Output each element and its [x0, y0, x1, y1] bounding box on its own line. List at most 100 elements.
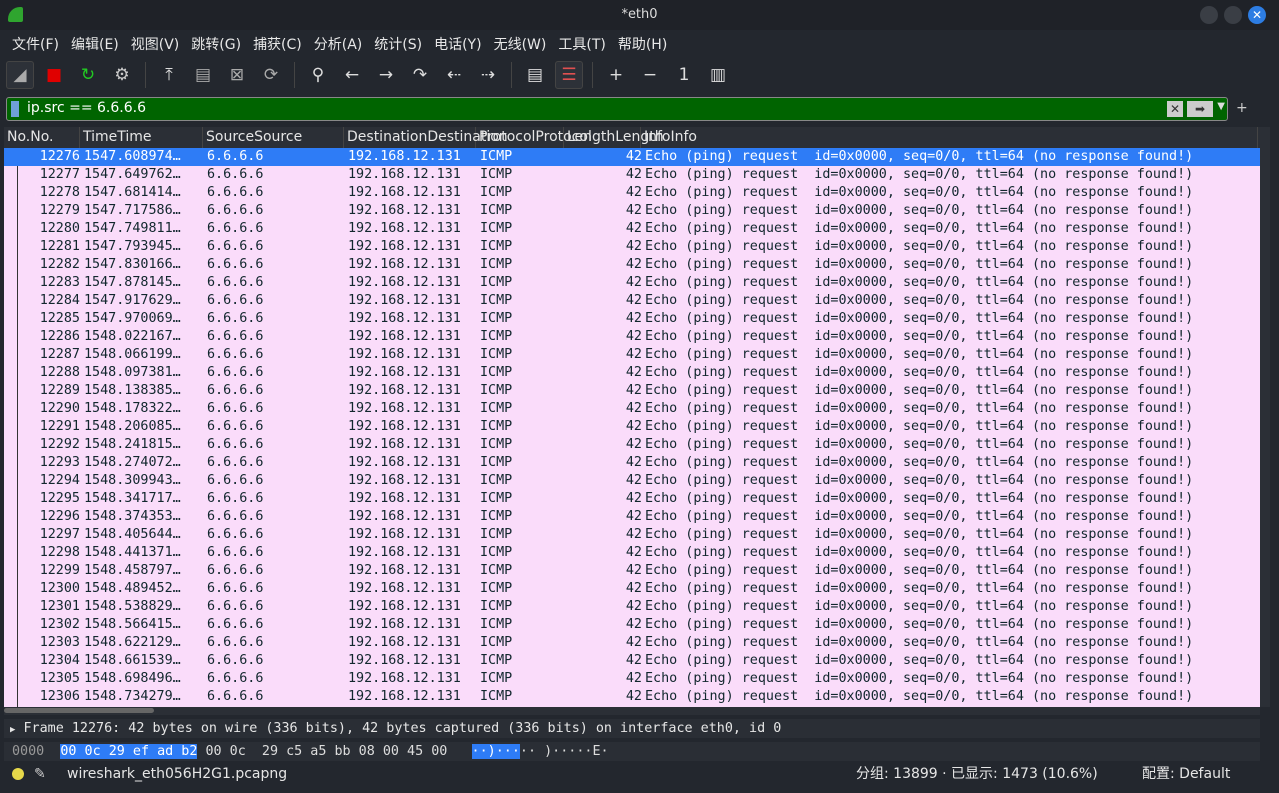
colorize-icon[interactable]: ☰	[555, 61, 583, 89]
menu-item[interactable]: 捕获(C)	[247, 30, 308, 57]
packet-row[interactable]: 12278 1547.681414… 6.6.6.6 192.168.12.131 IC…	[4, 184, 1260, 202]
packet-details[interactable]: ▶ Frame 12276: 42 bytes on wire (336 bit…	[4, 719, 1260, 738]
packet-row[interactable]: 12303 1548.622129… 6.6.6.6 192.168.12.131 IC…	[4, 634, 1260, 652]
packet-row[interactable]: 12305 1548.698496… 6.6.6.6 192.168.12.131 IC…	[4, 670, 1260, 688]
zoom-in-icon[interactable]: +	[602, 61, 630, 89]
find-packet-icon[interactable]: ⚲	[304, 61, 332, 89]
menu-item[interactable]: 编辑(E)	[65, 30, 125, 57]
packet-row[interactable]: 12280 1547.749811… 6.6.6.6 192.168.12.131 IC…	[4, 220, 1260, 238]
column-header[interactable]: TimeTime	[80, 127, 203, 148]
menu-item[interactable]: 帮助(H)	[612, 30, 673, 57]
packet-row[interactable]: 12288 1548.097381… 6.6.6.6 192.168.12.131 IC…	[4, 364, 1260, 382]
start-capture-icon[interactable]: ◢	[6, 61, 34, 89]
packet-row[interactable]: 12296 1548.374353… 6.6.6.6 192.168.12.131 IC…	[4, 508, 1260, 526]
packet-row[interactable]: 12295 1548.341717… 6.6.6.6 192.168.12.131 IC…	[4, 490, 1260, 508]
packet-row[interactable]: 12301 1548.538829… 6.6.6.6 192.168.12.131 IC…	[4, 598, 1260, 616]
last-packet-icon[interactable]: ⇢	[474, 61, 502, 89]
menu-item[interactable]: 分析(A)	[308, 30, 369, 57]
stop-capture-icon[interactable]: ■	[40, 61, 68, 89]
packet-row[interactable]: 12279 1547.717586… 6.6.6.6 192.168.12.131 IC…	[4, 202, 1260, 220]
packet-row[interactable]: 12297 1548.405644… 6.6.6.6 192.168.12.131 IC…	[4, 526, 1260, 544]
column-header[interactable]: LengthLength	[564, 127, 664, 148]
packet-protocol: ICMP	[480, 185, 513, 200]
close-button[interactable]: ✕	[1248, 6, 1266, 24]
go-forward-icon[interactable]: →	[372, 61, 400, 89]
normal-size-icon[interactable]: 1	[670, 61, 698, 89]
hex-selected[interactable]: 00 0c 29 ef ad b2	[60, 744, 198, 759]
apply-filter-icon[interactable]: ➡	[1187, 101, 1213, 117]
column-header[interactable]: ProtocolProtocol	[476, 127, 592, 148]
packet-number: 12299	[39, 563, 80, 578]
column-header[interactable]: SourceSource	[203, 127, 344, 148]
resize-columns-icon[interactable]: ▥	[704, 61, 732, 89]
packet-row[interactable]: 12299 1548.458797… 6.6.6.6 192.168.12.131 IC…	[4, 562, 1260, 580]
horizontal-scrollbar[interactable]	[4, 707, 1260, 715]
packet-source: 6.6.6.6	[207, 635, 264, 650]
column-header[interactable]: InfoInfo	[641, 127, 1258, 148]
packet-row[interactable]: 12302 1548.566415… 6.6.6.6 192.168.12.131 IC…	[4, 616, 1260, 634]
packet-row[interactable]: 12283 1547.878145… 6.6.6.6 192.168.12.131 IC…	[4, 274, 1260, 292]
packet-row[interactable]: 12293 1548.274072… 6.6.6.6 192.168.12.131 IC…	[4, 454, 1260, 472]
menu-item[interactable]: 文件(F)	[6, 30, 65, 57]
profile[interactable]: 配置: Default	[1142, 762, 1230, 786]
menu-item[interactable]: 视图(V)	[125, 30, 186, 57]
zoom-out-icon[interactable]: −	[636, 61, 664, 89]
packet-row[interactable]: 12298 1548.441371… 6.6.6.6 192.168.12.131 IC…	[4, 544, 1260, 562]
column-header[interactable]: No.No.	[4, 127, 80, 148]
bookmark-icon[interactable]	[11, 101, 19, 117]
packet-length: 42	[625, 509, 642, 524]
vertical-scrollbar[interactable]	[1260, 127, 1270, 707]
chevron-down-icon[interactable]: ▼	[1217, 101, 1225, 112]
packet-row[interactable]: 12304 1548.661539… 6.6.6.6 192.168.12.131 IC…	[4, 652, 1260, 670]
packet-row[interactable]: 12285 1547.970069… 6.6.6.6 192.168.12.131 IC…	[4, 310, 1260, 328]
packet-row[interactable]: 12276 1547.608974… 6.6.6.6 192.168.12.131 IC…	[4, 148, 1260, 166]
packet-row[interactable]: 12292 1548.241815… 6.6.6.6 192.168.12.131 IC…	[4, 436, 1260, 454]
menu-item[interactable]: 跳转(G)	[185, 30, 247, 57]
autoscroll-icon[interactable]: ▤	[521, 61, 549, 89]
packet-row[interactable]: 12277 1547.649762… 6.6.6.6 192.168.12.131 IC…	[4, 166, 1260, 184]
column-header[interactable]: DestinationDestination	[344, 127, 508, 148]
restart-capture-icon[interactable]: ↻	[74, 61, 102, 89]
packet-row[interactable]: 12300 1548.489452… 6.6.6.6 192.168.12.131 IC…	[4, 580, 1260, 598]
packet-info: Echo (ping) request id=0x0000, seq=0/0, …	[645, 275, 1194, 290]
go-to-packet-icon[interactable]: ↷	[406, 61, 434, 89]
packet-row[interactable]: 12281 1547.793945… 6.6.6.6 192.168.12.131 IC…	[4, 238, 1260, 256]
go-back-icon[interactable]: ←	[338, 61, 366, 89]
minimize-button[interactable]	[1200, 6, 1218, 24]
menu-item[interactable]: 统计(S)	[368, 30, 428, 57]
packet-row[interactable]: 12290 1548.178322… 6.6.6.6 192.168.12.131 IC…	[4, 400, 1260, 418]
packet-row[interactable]: 12282 1547.830166… 6.6.6.6 192.168.12.131 IC…	[4, 256, 1260, 274]
packet-row[interactable]: 12286 1548.022167… 6.6.6.6 192.168.12.131 IC…	[4, 328, 1260, 346]
clear-filter-icon[interactable]: ✕	[1167, 101, 1183, 117]
packet-number: 12279	[39, 203, 80, 218]
packet-row[interactable]: 12284 1547.917629… 6.6.6.6 192.168.12.131 IC…	[4, 292, 1260, 310]
packet-row[interactable]: 12306 1548.734279… 6.6.6.6 192.168.12.131 IC…	[4, 688, 1260, 706]
menu-item[interactable]: 无线(W)	[488, 30, 553, 57]
ascii-selected[interactable]: ··)···	[471, 744, 520, 759]
menu-item[interactable]: 工具(T)	[552, 30, 611, 57]
close-file-icon[interactable]: ⊠	[223, 61, 251, 89]
packet-row[interactable]: 12287 1548.066199… 6.6.6.6 192.168.12.131 IC…	[4, 346, 1260, 364]
add-filter-button[interactable]: +	[1236, 100, 1248, 116]
expert-info-icon[interactable]	[12, 768, 24, 780]
packet-bytes[interactable]: 0000 00 0c 29 ef ad b2 00 0c 29 c5 a5 bb…	[4, 742, 1260, 761]
save-file-icon[interactable]: ▤	[189, 61, 217, 89]
packet-row[interactable]: 12294 1548.309943… 6.6.6.6 192.168.12.131 IC…	[4, 472, 1260, 490]
ascii-rest[interactable]: ·· )·····E·	[520, 744, 609, 759]
capture-comment-icon[interactable]: ✎	[34, 762, 46, 786]
frame-summary[interactable]: Frame 12276: 42 bytes on wire (336 bits)…	[23, 721, 781, 736]
reload-file-icon[interactable]: ⟳	[257, 61, 285, 89]
packet-row[interactable]: 12291 1548.206085… 6.6.6.6 192.168.12.131 IC…	[4, 418, 1260, 436]
display-filter-input[interactable]: ip.src == 6.6.6.6 ✕ ➡ ▼	[6, 97, 1228, 121]
packet-row[interactable]: 12289 1548.138385… 6.6.6.6 192.168.12.131 IC…	[4, 382, 1260, 400]
expand-arrow-icon[interactable]: ▶	[10, 725, 15, 735]
hex-rest[interactable]: 00 0c 29 c5 a5 bb 08 00 45 00	[197, 744, 447, 759]
maximize-button[interactable]	[1224, 6, 1242, 24]
filter-text[interactable]: ip.src == 6.6.6.6	[27, 100, 146, 116]
capture-options-icon[interactable]: ⚙	[108, 61, 136, 89]
open-file-icon[interactable]: ⤒	[155, 61, 183, 89]
packet-length: 42	[625, 365, 642, 380]
first-packet-icon[interactable]: ⇠	[440, 61, 468, 89]
menu-item[interactable]: 电话(Y)	[428, 30, 487, 57]
scroll-thumb[interactable]	[4, 708, 154, 713]
